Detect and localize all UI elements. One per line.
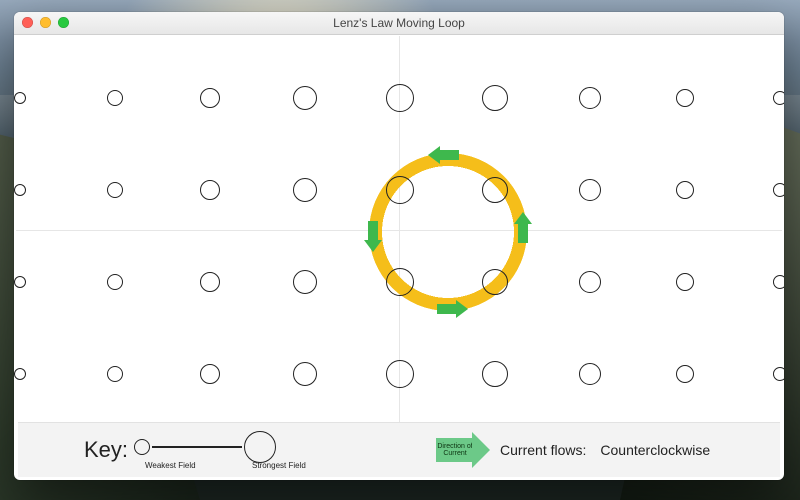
field-circle — [676, 365, 694, 383]
simulation-area[interactable] — [18, 38, 780, 422]
loop-arrow-top-icon — [437, 150, 459, 160]
field-circle — [200, 272, 220, 292]
field-circle — [482, 361, 508, 387]
field-circle — [579, 363, 601, 385]
field-circle — [107, 274, 123, 290]
field-circle — [200, 364, 220, 384]
field-circle — [200, 88, 220, 108]
field-circle — [386, 268, 414, 296]
close-icon[interactable] — [22, 17, 33, 28]
field-circle — [773, 275, 784, 289]
key-strongest-icon — [244, 431, 276, 463]
field-circle — [107, 90, 123, 106]
field-circle — [579, 271, 601, 293]
key-heading: Key: — [84, 437, 128, 463]
field-circle — [676, 89, 694, 107]
bottom-panel: Key: Weakest Field Strongest Field Direc… — [18, 422, 780, 477]
field-circle — [293, 362, 317, 386]
field-circle — [14, 276, 26, 288]
field-circle — [773, 367, 784, 381]
key-scale-line — [152, 446, 242, 447]
field-circle — [579, 87, 601, 109]
app-window: Lenz's Law Moving Loop Key: Weakest Fiel… — [14, 12, 784, 480]
strongest-label: Strongest Field — [252, 461, 306, 470]
field-circle — [200, 180, 220, 200]
loop-arrow-left-icon — [368, 221, 378, 243]
window-title: Lenz's Law Moving Loop — [14, 16, 784, 30]
field-circle — [579, 179, 601, 201]
field-circle — [386, 360, 414, 388]
loop-arrow-right-icon — [518, 221, 528, 243]
weakest-label: Weakest Field — [145, 461, 196, 470]
titlebar[interactable]: Lenz's Law Moving Loop — [14, 12, 784, 35]
field-circle — [482, 269, 508, 295]
field-circle — [676, 181, 694, 199]
field-circle — [482, 85, 508, 111]
field-circle — [293, 270, 317, 294]
current-flows-value: Counterclockwise — [600, 442, 710, 458]
field-circle — [773, 91, 784, 105]
field-circle — [482, 177, 508, 203]
field-circle — [676, 273, 694, 291]
current-flows-label: Current flows: — [500, 442, 586, 458]
field-circle — [293, 86, 317, 110]
minimize-icon[interactable] — [40, 17, 51, 28]
window-controls — [22, 17, 69, 28]
field-circle — [14, 184, 26, 196]
field-circle — [293, 178, 317, 202]
field-circle — [107, 182, 123, 198]
field-circle — [386, 84, 414, 112]
loop-arrow-bottom-icon — [437, 304, 459, 314]
field-circle — [14, 92, 26, 104]
field-circle — [14, 368, 26, 380]
field-circle — [107, 366, 123, 382]
field-circle — [773, 183, 784, 197]
zoom-icon[interactable] — [58, 17, 69, 28]
field-circle — [386, 176, 414, 204]
direction-arrow-icon: Direction of Current — [436, 438, 474, 462]
direction-arrow-label: Direction of Current — [436, 438, 474, 462]
key-weakest-icon — [134, 439, 150, 455]
